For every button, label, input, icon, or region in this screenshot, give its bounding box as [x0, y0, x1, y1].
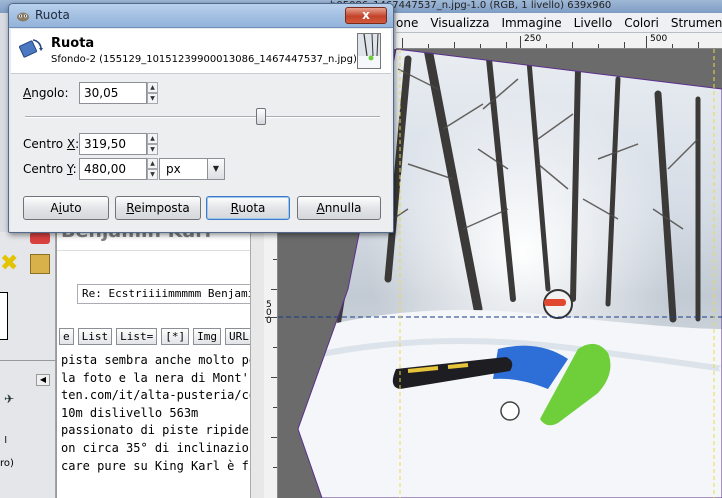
menu-tools[interactable]: Strumenti — [665, 16, 722, 30]
gimp-toolbox: ✖ ◀ ✈ ı ro) — [0, 232, 56, 498]
post-body-textarea[interactable]: pista sembra anche molto pender la foto … — [61, 352, 264, 475]
ruler-label-left-500: 500 — [266, 300, 272, 326]
bbcode-button-img[interactable]: Img — [193, 328, 221, 345]
toolbox-label: ro) — [0, 458, 14, 469]
angle-stepper[interactable]: ▲ ▼ — [147, 82, 158, 104]
bbcode-toolbar: e List List= [*] Img URL N — [59, 328, 264, 345]
post-line: 10m dislivello 563m — [61, 405, 199, 420]
decrement-icon[interactable]: ▼ — [147, 169, 158, 180]
center-x-stepper[interactable]: ▲ ▼ — [147, 133, 158, 155]
increment-icon[interactable]: ▲ — [147, 82, 158, 93]
menu-layer[interactable]: Livello — [568, 16, 619, 30]
decrement-icon[interactable]: ▼ — [147, 144, 158, 155]
menu-colors[interactable]: Colori — [618, 16, 665, 30]
dialog-body: Ruota Sfondo-2 (155129_10151239900013086… — [11, 29, 391, 231]
cancel-button[interactable]: Annulla — [297, 196, 381, 220]
bbcode-button-url[interactable]: URL — [225, 328, 253, 345]
unit-select[interactable]: px ▼ — [159, 158, 225, 180]
yellow-x-tool-icon[interactable]: ✖ — [0, 253, 20, 275]
chevron-down-icon[interactable]: ▼ — [207, 159, 224, 179]
post-line: on circa 35° di inclinazione. — [61, 440, 264, 455]
post-line: passionato di piste ripide quindi m — [61, 423, 264, 438]
increment-icon[interactable]: ▲ — [147, 158, 158, 169]
small-tool-icon[interactable]: ı — [4, 432, 7, 446]
menu-view[interactable]: Visualizza — [424, 16, 495, 30]
editor-vertical-scrollbar[interactable] — [250, 232, 264, 498]
dialog-heading: Ruota — [51, 36, 95, 51]
post-line: pista sembra anche molto pender — [61, 353, 264, 367]
help-button[interactable]: Aiuto — [23, 196, 109, 220]
dialog-titlebar[interactable]: Ruota x — [9, 4, 393, 28]
post-title: Benjamin Karl — [61, 232, 211, 242]
decrement-icon[interactable]: ▼ — [147, 93, 158, 104]
bbcode-button-e[interactable]: e — [59, 328, 74, 345]
bbcode-button-list-item[interactable]: [*] — [161, 328, 190, 345]
angle-slider[interactable] — [25, 116, 380, 118]
close-button[interactable]: x — [345, 7, 387, 24]
post-line: care pure su King Karl è finita. — [61, 458, 264, 473]
post-line: la foto e la nera di Mont' Elmo — [61, 370, 264, 385]
center-x-label: Centro X: — [23, 137, 80, 151]
image-menubar: one Visualizza Immagine Livello Colori S… — [396, 13, 722, 33]
bbcode-button-list[interactable]: List — [77, 328, 113, 345]
increment-icon[interactable]: ▲ — [147, 133, 158, 144]
dialog-window-title: Ruota — [35, 8, 70, 22]
unit-value: px — [166, 162, 181, 176]
center-y-label: Centro Y: — [23, 162, 77, 176]
rotate-button[interactable]: Ruota — [206, 196, 290, 220]
layer-name: Sfondo-2 (155129_10151239900013086_14674… — [51, 54, 357, 65]
clone-stamp-icon[interactable] — [30, 254, 50, 274]
path-tool-icon[interactable]: ✈ — [4, 392, 14, 406]
bbcode-button-list-ordered[interactable]: List= — [116, 328, 158, 345]
ruler-label-250: 250 — [524, 34, 542, 44]
reset-button[interactable]: Reimposta — [115, 196, 201, 220]
rotate-dialog: Ruota x Ruota Sfondo-2 (155129_101512399… — [8, 3, 394, 233]
angle-label: Angolo: — [23, 86, 69, 100]
gimp-app-icon — [17, 12, 29, 22]
angle-slider-handle[interactable] — [256, 108, 266, 125]
post-line: ten.com/it/alta-pusteria/compre — [61, 388, 264, 403]
scroll-left-icon[interactable]: ◀ — [36, 374, 50, 386]
center-y-input[interactable]: 480,00 — [79, 158, 147, 180]
menu-image[interactable]: Immagine — [495, 16, 567, 30]
center-y-stepper[interactable]: ▲ ▼ — [147, 158, 158, 180]
angle-input[interactable]: 30,05 — [79, 82, 147, 104]
subject-input[interactable]: Re: Ecstriiiimmmmm Benjamin — [77, 284, 264, 304]
ruler-label-500: 500 — [650, 34, 668, 44]
ruler-horizontal[interactable]: 250 500 — [396, 33, 722, 49]
rotate-tool-icon — [19, 39, 43, 58]
forum-post-editor: Benjamin Karl Re: Ecstriiiimmmmm Benjami… — [56, 232, 264, 498]
layer-thumbnail — [357, 33, 381, 69]
toolbox-separator — [0, 360, 56, 361]
color-swatch-panel[interactable] — [0, 292, 8, 340]
red-tool-icon[interactable] — [30, 232, 50, 244]
title-divider — [57, 250, 264, 251]
dialog-header: Ruota Sfondo-2 (155129_10151239900013086… — [11, 29, 391, 74]
menu-edit-fragment[interactable]: one — [396, 16, 424, 30]
center-x-input[interactable]: 319,50 — [79, 133, 147, 155]
